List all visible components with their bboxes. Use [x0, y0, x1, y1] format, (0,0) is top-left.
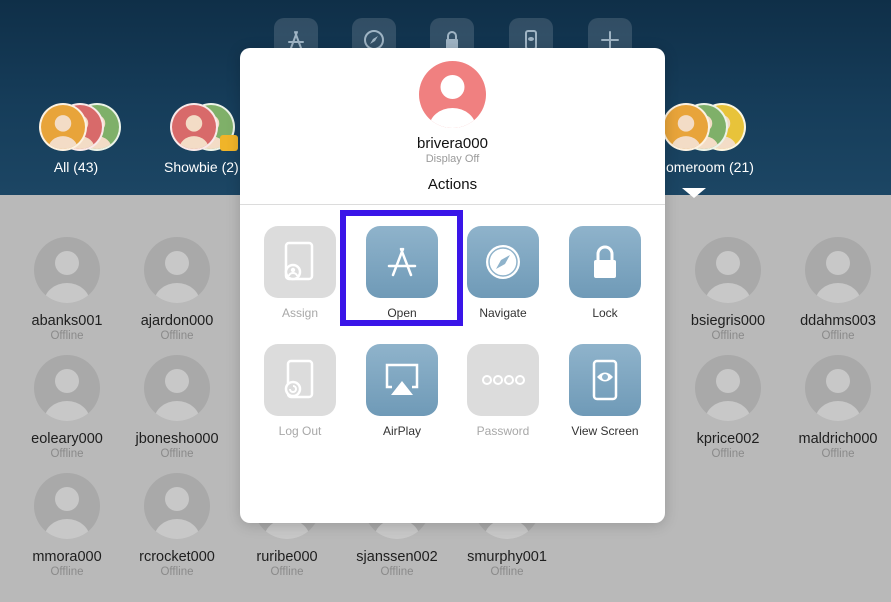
- student-avatar: [34, 237, 100, 303]
- group-homeroom[interactable]: omeroom (21): [652, 103, 782, 183]
- group-label: All (43): [53, 159, 99, 175]
- student-tile[interactable]: jbonesho000 Offline: [122, 355, 232, 465]
- student-name: ruribe000: [256, 549, 318, 565]
- selected-student-name: brivera000: [417, 135, 488, 152]
- view-screen-icon: [569, 344, 641, 416]
- action-label: Assign: [281, 306, 319, 320]
- student-avatar: [34, 473, 100, 539]
- student-tile[interactable]: maldrich000 Offline: [783, 355, 891, 465]
- student-avatar: [144, 473, 210, 539]
- student-name: rcrocket000: [139, 549, 215, 565]
- student-avatar: [695, 237, 761, 303]
- logout-icon: [264, 344, 336, 416]
- student-tile[interactable]: mmora000 Offline: [12, 473, 122, 583]
- student-name: maldrich000: [798, 431, 878, 447]
- compass-icon: [467, 226, 539, 298]
- action-label: Lock: [592, 306, 618, 320]
- popover-title: Actions: [427, 176, 478, 193]
- student-tile[interactable]: abanks001 Offline: [12, 237, 122, 347]
- student-status: Offline: [160, 566, 194, 578]
- student-name: abanks001: [31, 313, 103, 329]
- student-status: Offline: [380, 566, 414, 578]
- student-avatar: [805, 237, 871, 303]
- selected-student-status: Display Off: [425, 153, 480, 165]
- student-tile[interactable]: rcrocket000 Offline: [122, 473, 232, 583]
- action-lock[interactable]: Lock: [555, 226, 655, 336]
- action-navigate[interactable]: Navigate: [453, 226, 553, 336]
- student-name: ajardon000: [140, 313, 214, 329]
- student-tile[interactable]: eoleary000 Offline: [12, 355, 122, 465]
- student-status: Offline: [270, 566, 304, 578]
- student-status: Offline: [160, 330, 194, 342]
- group-all[interactable]: All (43): [13, 103, 143, 183]
- student-status: Offline: [50, 330, 84, 342]
- showbie-badge-icon: [220, 135, 238, 151]
- student-status: Offline: [821, 448, 855, 460]
- action-label: Log Out: [278, 424, 322, 438]
- student-name: sjanssen002: [356, 549, 438, 565]
- action-label: AirPlay: [382, 424, 421, 438]
- student-tile[interactable]: kprice002 Offline: [673, 355, 783, 465]
- student-avatar: [805, 355, 871, 421]
- student-avatar: [144, 355, 210, 421]
- action-label: View Screen: [571, 424, 639, 438]
- assign-icon: [264, 226, 336, 298]
- student-avatar: [34, 355, 100, 421]
- student-name: eoleary000: [31, 431, 103, 447]
- student-status: Offline: [490, 566, 524, 578]
- group-avatar: [170, 103, 218, 151]
- student-avatar: [144, 237, 210, 303]
- student-status: Offline: [711, 330, 745, 342]
- password-icon: [467, 344, 539, 416]
- student-name: bsiegris000: [690, 313, 766, 329]
- group-avatar: [662, 103, 710, 151]
- action-view-screen[interactable]: View Screen: [555, 344, 655, 454]
- popover-divider: [240, 204, 665, 205]
- group-label: omeroom (21): [666, 159, 754, 175]
- student-tile[interactable]: ajardon000 Offline: [122, 237, 232, 347]
- student-name: ddahms003: [800, 313, 876, 329]
- group-avatar: [39, 103, 87, 151]
- student-status: Offline: [711, 448, 745, 460]
- action-label: Password: [476, 424, 530, 438]
- action-assign[interactable]: Assign: [250, 226, 350, 336]
- open-action-highlight: [340, 210, 463, 326]
- action-password[interactable]: Password: [453, 344, 553, 454]
- action-label: Navigate: [479, 306, 527, 320]
- student-status: Offline: [821, 330, 855, 342]
- student-status: Offline: [160, 448, 194, 460]
- lock-icon: [569, 226, 641, 298]
- student-name: mmora000: [32, 549, 102, 565]
- student-tile[interactable]: bsiegris000 Offline: [673, 237, 783, 347]
- action-log-out[interactable]: Log Out: [250, 344, 350, 454]
- student-status: Offline: [50, 448, 84, 460]
- student-name: kprice002: [696, 431, 760, 447]
- airplay-icon: [366, 344, 438, 416]
- student-status: Offline: [50, 566, 84, 578]
- student-name: smurphy001: [467, 549, 547, 565]
- student-tile[interactable]: ddahms003 Offline: [783, 237, 891, 347]
- selected-student-avatar: [419, 61, 486, 128]
- student-name: jbonesho000: [135, 431, 219, 447]
- popover-arrow: [682, 188, 706, 198]
- action-airplay[interactable]: AirPlay: [352, 344, 452, 454]
- student-avatar: [695, 355, 761, 421]
